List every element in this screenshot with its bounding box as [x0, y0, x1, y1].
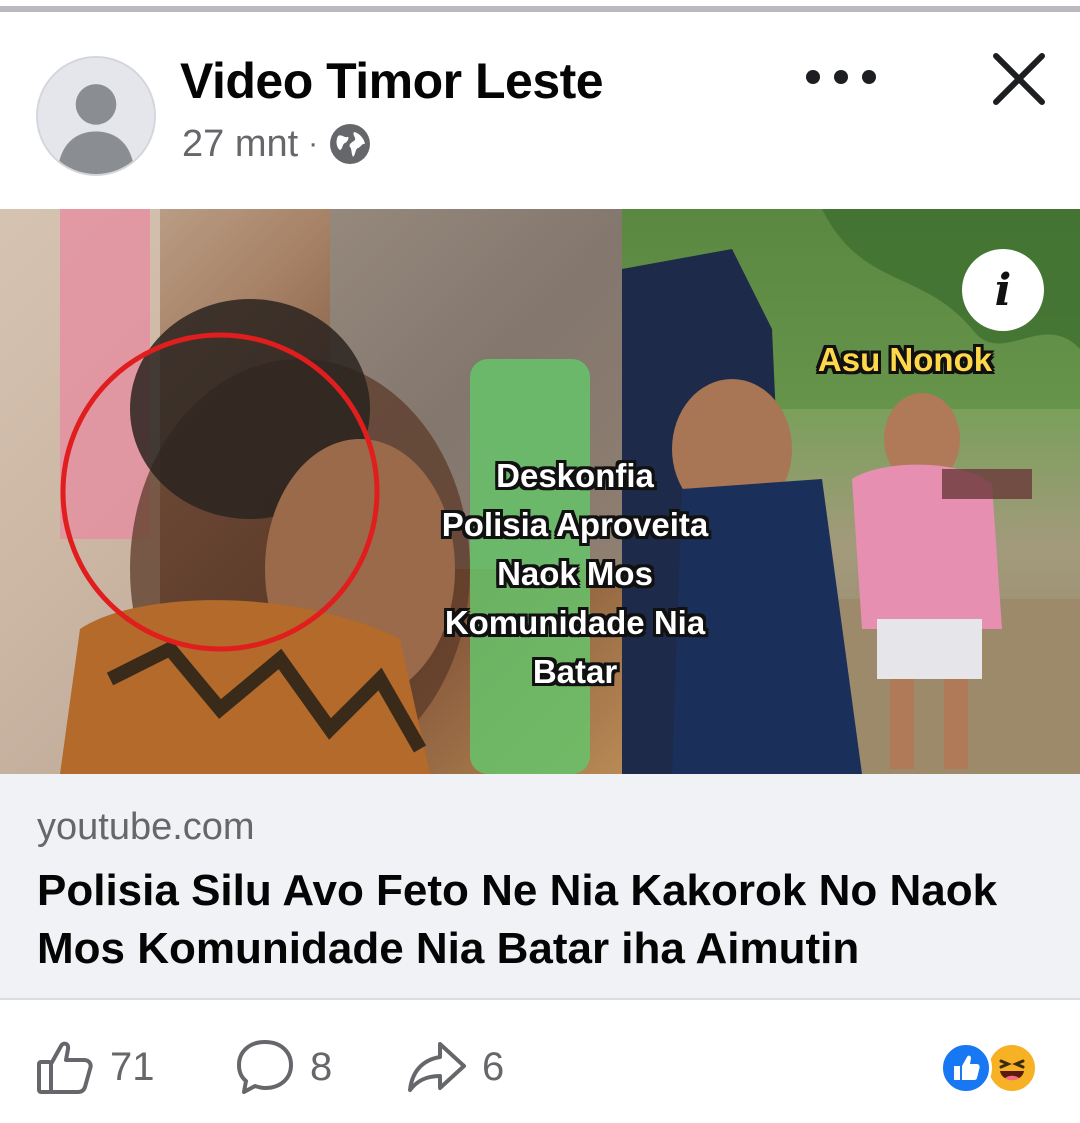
link-domain: youtube.com [37, 806, 255, 848]
share-count: 6 [482, 1044, 505, 1089]
haha-reaction-icon [986, 1042, 1038, 1094]
video-thumbnail[interactable]: Deskonfia Polisia Aproveita Naok Mos Kom… [0, 209, 1080, 774]
info-icon: i [994, 264, 1012, 316]
more-dot [862, 70, 876, 84]
default-profile-icon [38, 58, 154, 174]
reactions-summary[interactable] [940, 1042, 1044, 1094]
top-divider [0, 0, 1080, 12]
info-button[interactable]: i [962, 249, 1044, 331]
like-button[interactable]: 71 [34, 1036, 155, 1098]
like-count: 71 [110, 1044, 155, 1089]
post-meta: 27 mnt · [182, 122, 372, 166]
overlay-line: Polisia Aproveita [441, 506, 709, 543]
post-header: Video Timor Leste 27 mnt · [0, 18, 1080, 208]
page-name[interactable]: Video Timor Leste [180, 52, 604, 110]
close-icon [993, 53, 1045, 105]
post-time[interactable]: 27 mnt [182, 123, 298, 166]
overlay-line: Batar [532, 653, 618, 690]
thumbs-up-icon [37, 1041, 93, 1094]
share-button[interactable]: 6 [406, 1036, 504, 1098]
comment-button[interactable]: 8 [234, 1036, 332, 1098]
avatar[interactable] [36, 56, 156, 176]
comment-count: 8 [310, 1044, 333, 1089]
close-button[interactable] [988, 48, 1050, 110]
meta-separator: · [308, 127, 319, 160]
link-preview-card[interactable]: youtube.com Polisia Silu Avo Feto Ne Nia… [0, 774, 1080, 1000]
overlay-line: Deskonfia [496, 457, 654, 494]
thumbnail-tag-overlay: Asu Nonok [817, 341, 993, 378]
globe-icon[interactable] [328, 122, 372, 166]
thumbnail-headline-overlay: Deskonfia Polisia Aproveita Naok Mos Kom… [420, 451, 730, 696]
more-dot [834, 70, 848, 84]
more-options-button[interactable] [806, 62, 876, 92]
overlay-line: Komunidade Nia [444, 604, 706, 641]
more-horizontal-icon [806, 70, 820, 84]
comment-icon [237, 1040, 293, 1094]
post-footer: 71 8 6 [0, 1002, 1080, 1123]
link-title: Polisia Silu Avo Feto Ne Nia Kakorok No … [37, 866, 998, 973]
overlay-line: Naok Mos [497, 555, 653, 592]
like-reaction-icon [940, 1042, 992, 1094]
share-arrow-icon [408, 1042, 466, 1092]
